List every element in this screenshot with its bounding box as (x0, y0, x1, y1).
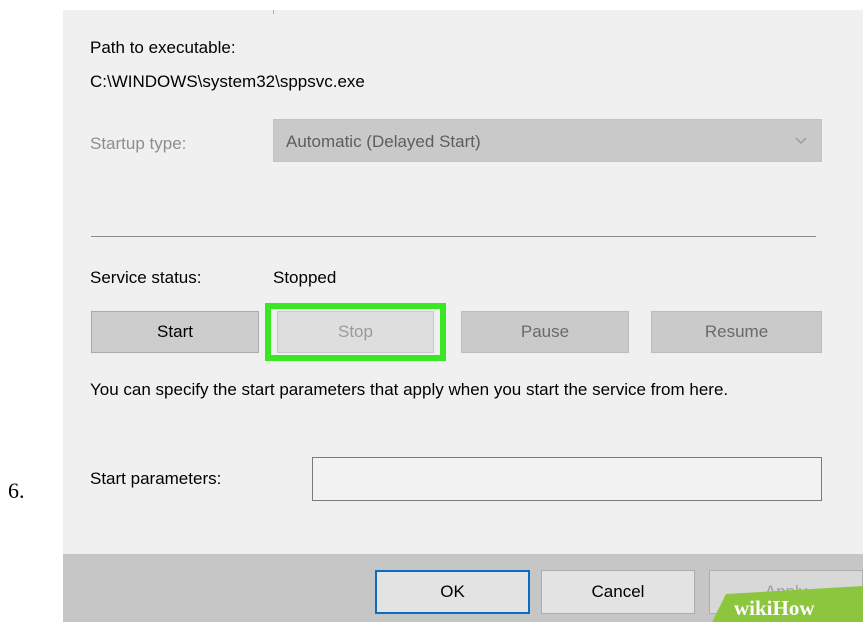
start-parameters-label: Start parameters: (90, 469, 222, 488)
startup-type-select[interactable]: Automatic (Delayed Start) (273, 119, 822, 162)
path-to-executable-label: Path to executable: (90, 38, 236, 57)
cancel-button[interactable]: Cancel (541, 570, 695, 614)
pause-button-label: Pause (520, 322, 570, 341)
resume-button[interactable]: Resume (651, 311, 822, 353)
wikihow-watermark-logo: wikiHow (712, 586, 863, 622)
svg-text:wikiHow: wikiHow (734, 596, 815, 620)
chevron-down-icon (795, 137, 807, 144)
resume-button-label: Resume (704, 322, 769, 341)
path-to-executable-value: C:\WINDOWS\system32\sppsvc.exe (90, 72, 365, 91)
top-edge-tick (273, 10, 274, 14)
ok-button-label: OK (440, 582, 465, 601)
step-number: 6. (8, 478, 25, 503)
service-properties-dialog: Path to executable: C:\WINDOWS\system32\… (63, 10, 863, 622)
cancel-button-label: Cancel (591, 582, 645, 601)
startup-type-label: Startup type: (90, 134, 186, 154)
startup-type-label-text: Startup type: (90, 134, 187, 153)
stop-button-highlight (265, 303, 446, 361)
pause-button[interactable]: Pause (461, 311, 629, 353)
start-button-label: Start (157, 322, 193, 341)
start-button[interactable]: Start (91, 311, 259, 353)
start-parameters-description: You can specify the start parameters tha… (90, 380, 729, 399)
service-status-value: Stopped (273, 268, 337, 287)
start-parameters-input[interactable] (312, 457, 822, 501)
ok-button[interactable]: OK (375, 570, 530, 614)
startup-type-value: Automatic (Delayed Start) (286, 132, 481, 151)
service-status-label: Service status: (90, 268, 202, 287)
section-divider (91, 236, 816, 237)
